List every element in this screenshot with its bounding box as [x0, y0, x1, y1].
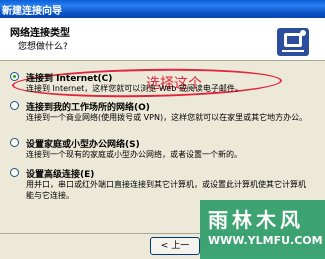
option-workplace-desc: 连接到一个商业网络(使用拨号或 VPN)，这样您就可以在家里或其它地方办公。 [26, 113, 308, 122]
radio-workplace[interactable] [10, 101, 19, 110]
network-connection-icon [277, 28, 309, 56]
page-subtitle: 您想做什么? [18, 42, 68, 52]
page-title: 网络连接类型 [10, 28, 70, 39]
option-advanced-desc: 用并口，串口或红外端口直接连接到其它计算机，或设置此计算机使其它计算机能与它连接… [26, 180, 306, 200]
wizard-header: 网络连接类型 您想做什么? [0, 18, 325, 61]
watermark-url: WWW.YLMFU.COM [208, 234, 323, 247]
option-internet[interactable]: 连接到 Internet(C) 选择这个 连接到 Internet，这样您就可以… [10, 66, 310, 101]
title-bar[interactable]: 新建连接向导 [0, 0, 325, 18]
watermark-text: 雨林木风 [208, 208, 304, 232]
watermark: 雨林木风 WWW.YLMFU.COM [200, 200, 325, 259]
radio-internet[interactable] [10, 72, 19, 81]
window-title: 新建连接向导 [2, 6, 62, 17]
option-home-network[interactable]: 设置家庭或小型办公网络(S) 连接到一个现有的家庭或小型办公网络，或者设置一个新… [10, 137, 310, 167]
back-button[interactable]: < 上一 [150, 237, 200, 255]
radio-advanced[interactable] [10, 168, 19, 177]
option-workplace[interactable]: 连接到我的工作场所的网络(O) 连接到一个商业网络(使用拨号或 VPN)，这样您… [10, 100, 310, 136]
radio-home-network[interactable] [10, 138, 19, 147]
option-home-network-desc: 连接到一个现有的家庭或小型办公网络，或者设置一个新的。 [26, 150, 242, 159]
option-internet-desc: 连接到 Internet，这样您就可以浏览 Web 或阅读电子邮件。 [26, 84, 243, 93]
